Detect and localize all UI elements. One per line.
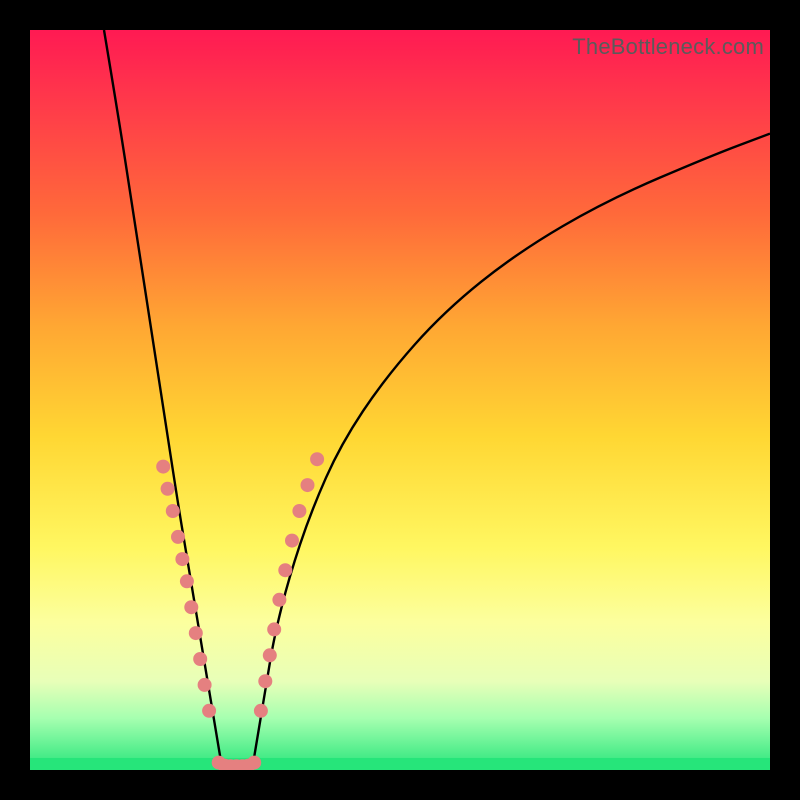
marker-dot: [198, 678, 212, 692]
marker-dot: [202, 704, 216, 718]
marker-dot: [184, 600, 198, 614]
marker-dot: [254, 704, 268, 718]
marker-dot: [161, 482, 175, 496]
chart-frame: TheBottleneck.com: [30, 30, 770, 770]
marker-dot: [267, 622, 281, 636]
marker-dot: [263, 648, 277, 662]
marker-dot: [310, 452, 324, 466]
marker-dot: [272, 593, 286, 607]
marker-dot: [171, 530, 185, 544]
marker-dot: [180, 574, 194, 588]
marker-dot: [156, 460, 170, 474]
marker-dot: [292, 504, 306, 518]
marker-dot: [166, 504, 180, 518]
marker-dots: [156, 452, 324, 770]
marker-dot: [285, 534, 299, 548]
watermark-text: TheBottleneck.com: [572, 34, 764, 60]
marker-dot: [247, 756, 261, 770]
marker-dot: [258, 674, 272, 688]
marker-dot: [301, 478, 315, 492]
right-curve: [252, 134, 770, 770]
marker-dot: [278, 563, 292, 577]
marker-dot: [175, 552, 189, 566]
marker-dot: [193, 652, 207, 666]
marker-dot: [189, 626, 203, 640]
chart-svg: [30, 30, 770, 770]
